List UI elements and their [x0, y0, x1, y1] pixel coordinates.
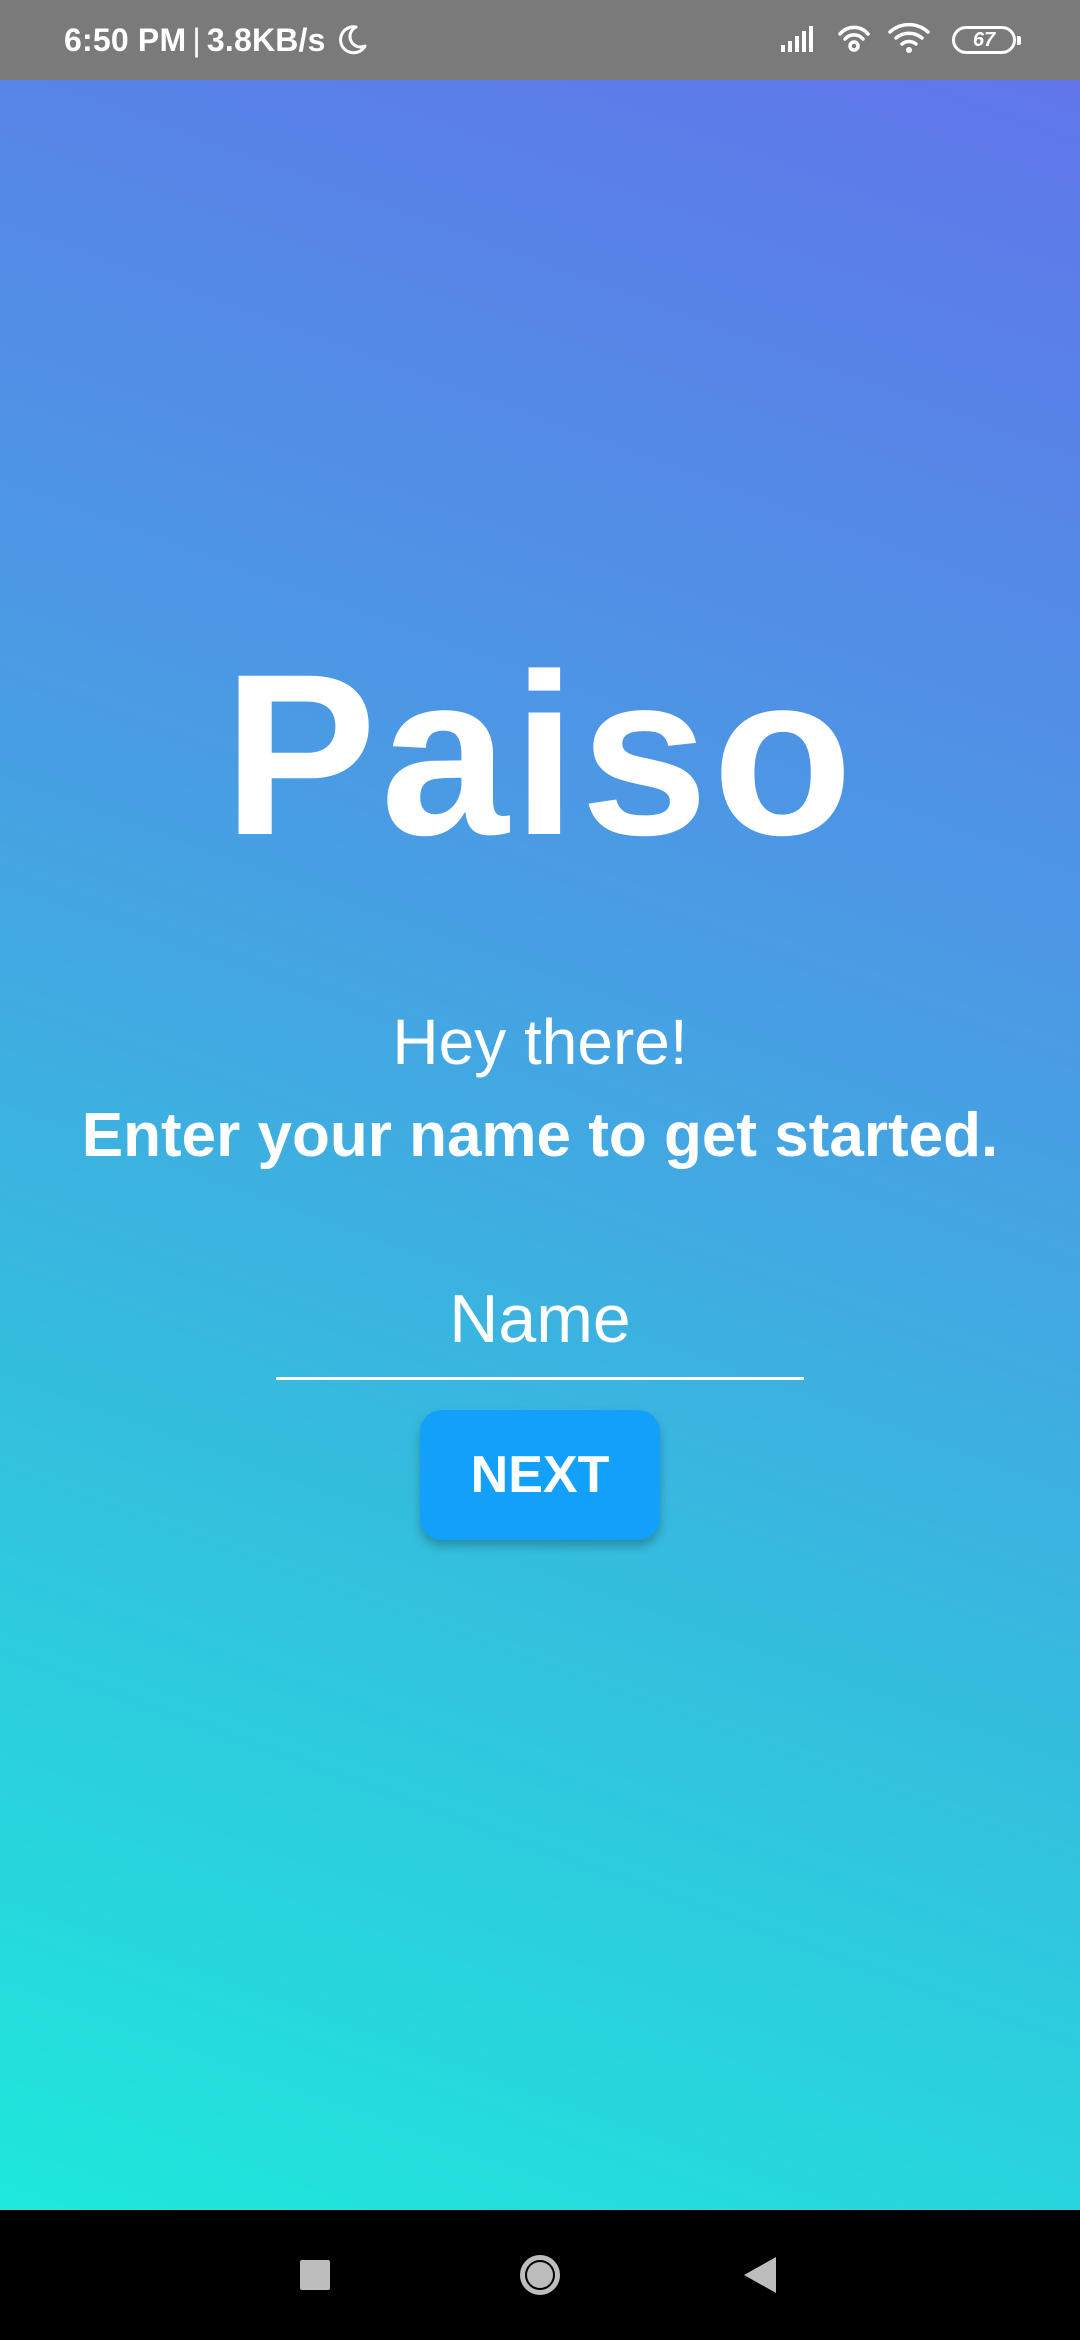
welcome-screen: Paiso Hey there! Enter your name to get …	[0, 80, 1080, 2210]
status-bar: 6:50 PM | 3.8KB/s 67	[0, 0, 1080, 80]
hotspot-icon	[836, 22, 872, 59]
status-separator: |	[192, 21, 201, 58]
signal-icon	[780, 23, 820, 58]
back-icon	[744, 2257, 776, 2293]
navigation-bar	[0, 2210, 1080, 2340]
status-bar-left: 6:50 PM | 3.8KB/s	[64, 22, 368, 59]
next-button[interactable]: NEXT	[420, 1410, 660, 1540]
greeting-text: Hey there!	[392, 1006, 688, 1078]
name-input[interactable]	[276, 1260, 804, 1380]
moon-icon	[336, 24, 368, 56]
recents-button[interactable]	[255, 2210, 375, 2340]
screen: 6:50 PM | 3.8KB/s 67 Paiso Hey there! En…	[0, 0, 1080, 2340]
instruction-text: Enter your name to get started.	[81, 1101, 999, 1170]
network-speed: 3.8KB/s	[206, 21, 326, 58]
status-time: 6:50 PM	[64, 21, 187, 58]
battery-level: 67	[972, 28, 996, 51]
wifi-icon	[888, 22, 930, 59]
back-button[interactable]	[700, 2210, 820, 2340]
home-icon	[520, 2255, 560, 2295]
status-bar-right: 67	[780, 22, 1021, 59]
battery-icon: 67	[952, 26, 1021, 54]
recents-icon	[300, 2260, 330, 2290]
app-title: Paiso	[223, 626, 857, 883]
home-button[interactable]	[480, 2210, 600, 2340]
